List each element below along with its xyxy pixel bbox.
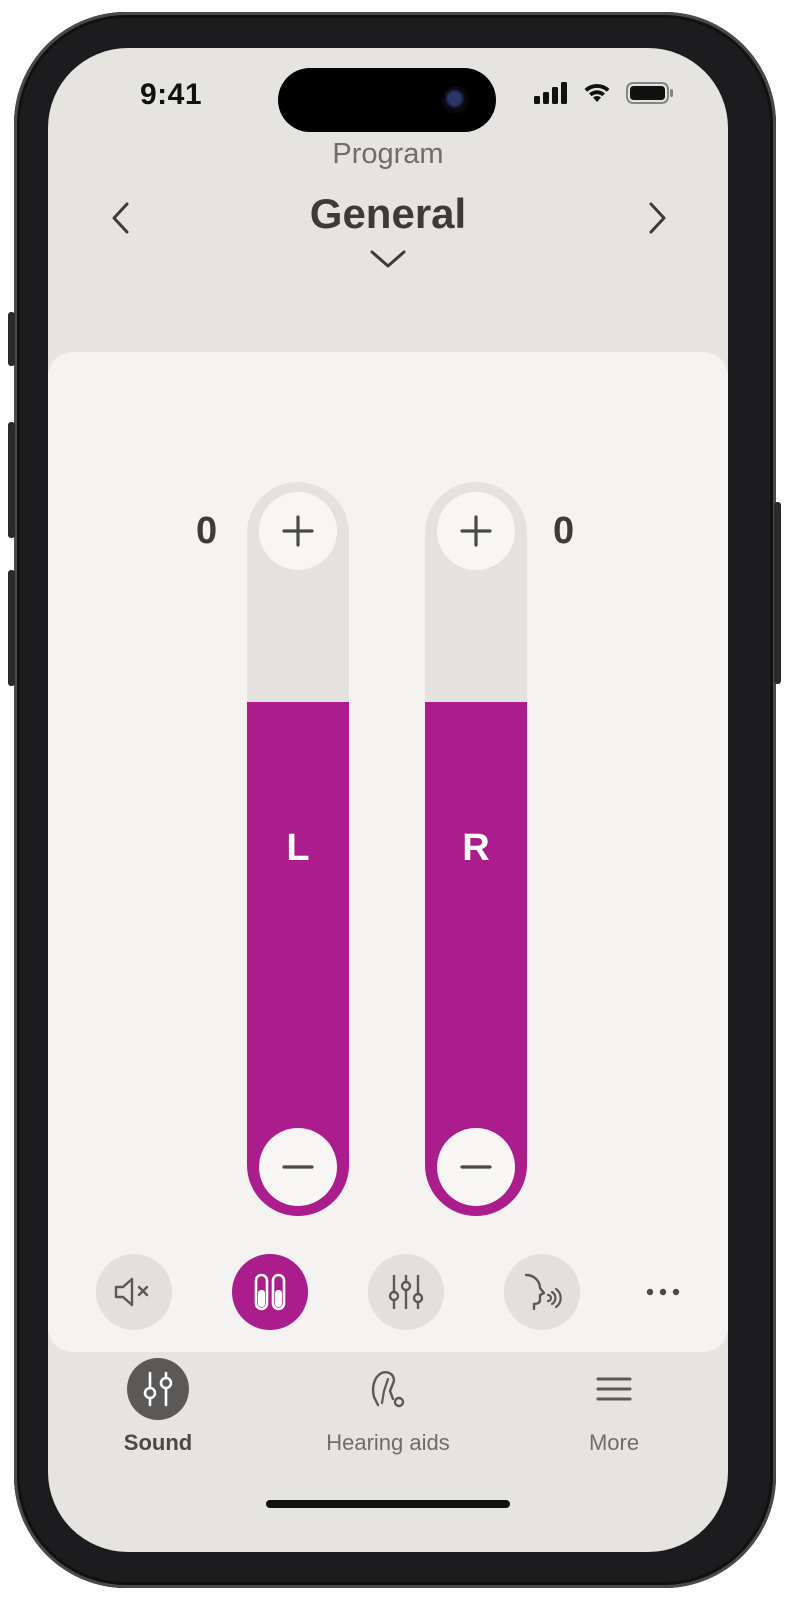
dynamic-island	[278, 68, 496, 132]
plus-icon	[282, 515, 314, 547]
volume-up-button	[8, 422, 15, 538]
program-name[interactable]: General	[48, 190, 728, 238]
hearing-aid-icon	[371, 1371, 405, 1408]
tab-hearing-aids-icon-wrap	[357, 1358, 419, 1420]
tab-sound-label: Sound	[123, 1430, 193, 1455]
battery-icon	[626, 82, 673, 104]
speech-focus-icon	[524, 1273, 562, 1311]
plus-icon	[460, 515, 492, 547]
volume-panel	[48, 352, 728, 1352]
power-button	[774, 502, 781, 684]
volume-down-button	[8, 570, 15, 686]
tab-sound[interactable]: Sound	[58, 1358, 258, 1468]
status-icons	[534, 82, 674, 104]
tab-more-label: More	[588, 1430, 640, 1455]
left-volume-value: 0	[196, 510, 218, 552]
right-volume-value: 0	[553, 510, 575, 552]
chevron-right-icon	[649, 202, 666, 234]
tab-sound-icon-wrap	[127, 1358, 189, 1420]
equalizer-button[interactable]	[368, 1254, 444, 1330]
mute-icon	[114, 1277, 149, 1307]
speech-focus-button[interactable]	[504, 1254, 580, 1330]
linked-sides-icon	[254, 1273, 286, 1311]
left-volume-up-button[interactable]	[259, 492, 337, 570]
silent-switch	[8, 312, 15, 366]
camera-icon	[442, 86, 470, 114]
more-icon	[646, 1288, 680, 1296]
program-label: Program	[332, 138, 444, 170]
left-side-label: L	[286, 827, 310, 869]
tab-hearing-aids[interactable]: Hearing aids	[288, 1358, 488, 1468]
left-volume-slider[interactable]: L	[247, 482, 349, 1216]
next-program-button[interactable]	[638, 198, 678, 238]
tab-more-icon-wrap	[583, 1358, 645, 1420]
tab-more[interactable]: More	[514, 1358, 714, 1468]
minus-icon	[282, 1165, 314, 1169]
left-volume-down-button[interactable]	[259, 1128, 337, 1206]
home-indicator	[266, 1500, 510, 1508]
app-screen: 9:41 Program General 0 L R 0 Sound Heari…	[48, 48, 728, 1552]
sound-sliders-icon	[143, 1371, 173, 1407]
right-volume-down-button[interactable]	[437, 1128, 515, 1206]
status-time: 9:41	[140, 78, 203, 111]
menu-icon	[596, 1377, 632, 1401]
cellular-signal-icon	[534, 82, 567, 104]
mute-button[interactable]	[96, 1254, 172, 1330]
right-volume-slider[interactable]: R	[425, 482, 527, 1216]
linked-sides-button[interactable]	[232, 1254, 308, 1330]
chevron-down-icon[interactable]	[366, 246, 410, 272]
minus-icon	[460, 1165, 492, 1169]
more-actions-button[interactable]	[638, 1274, 688, 1310]
right-volume-up-button[interactable]	[437, 492, 515, 570]
tab-hearing-aids-label: Hearing aids	[326, 1430, 450, 1455]
right-side-label: R	[462, 827, 490, 869]
wifi-icon	[584, 83, 610, 102]
equalizer-icon	[388, 1274, 424, 1310]
